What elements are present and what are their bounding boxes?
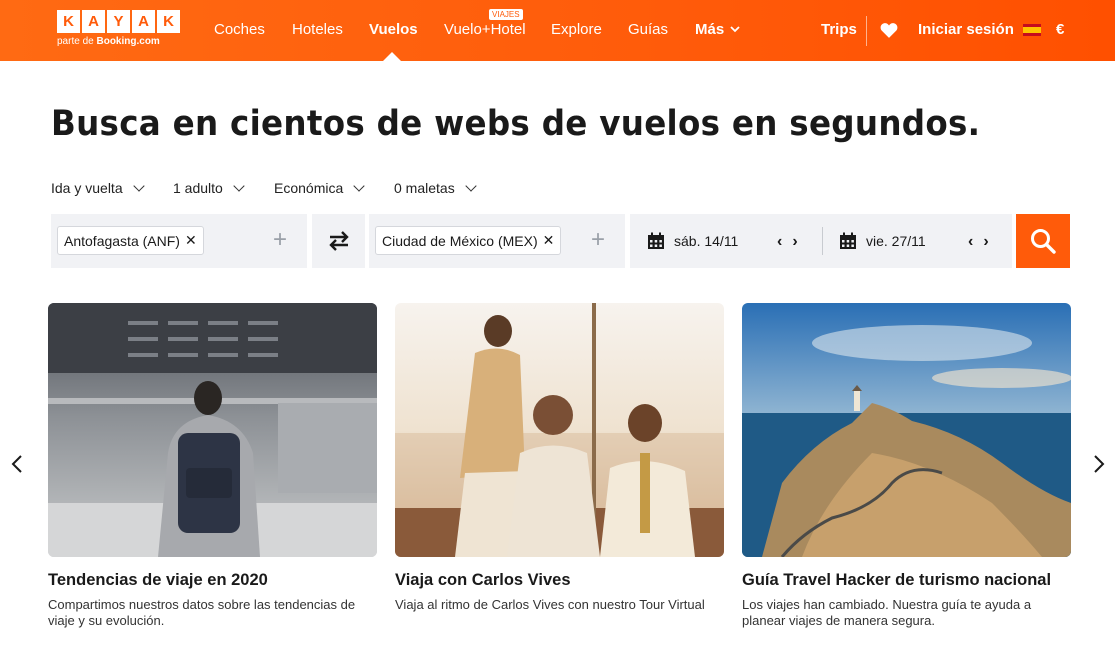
depart-date-arrows: ‹ › xyxy=(777,233,798,251)
origin-chip: Antofagasta (ANF) ✕ xyxy=(57,226,204,255)
add-origin-icon[interactable]: + xyxy=(273,228,287,252)
carlos-vives-image[interactable] xyxy=(395,303,724,557)
next-day-icon[interactable]: › xyxy=(792,233,797,251)
trip-type-label: Ida y vuelta xyxy=(51,180,123,196)
depart-date[interactable]: sáb. 14/11 xyxy=(647,214,738,268)
destination-value: Ciudad de México (MEX) xyxy=(382,232,538,249)
bags-label: 0 maletas xyxy=(394,180,455,196)
nav-guias[interactable]: Guías xyxy=(628,21,668,38)
card-description: Viaja al ritmo de Carlos Vives con nuest… xyxy=(395,597,705,612)
trips-link[interactable]: Trips xyxy=(821,21,857,38)
coastal-lighthouse-image[interactable] xyxy=(742,303,1071,557)
nav-mas-label: Más xyxy=(695,21,725,38)
logo-letter: K xyxy=(157,10,180,33)
card-title[interactable]: Viaja con Carlos Vives xyxy=(395,570,724,591)
heart-icon[interactable] xyxy=(880,22,898,38)
viajes-badge: VIAJES xyxy=(489,9,523,20)
carousel-prev-icon[interactable] xyxy=(11,454,23,480)
nav-mas[interactable]: Más xyxy=(695,21,740,38)
nav-explore[interactable]: Explore xyxy=(551,21,602,38)
airport-traveler-image[interactable] xyxy=(48,303,377,557)
search-icon xyxy=(1031,229,1056,254)
bags-dropdown[interactable]: 0 maletas xyxy=(394,180,477,196)
remove-destination-icon[interactable]: ✕ xyxy=(543,232,555,249)
kayak-logo[interactable]: K A Y A K parte de Booking.com xyxy=(57,10,180,47)
return-date-value: vie. 27/11 xyxy=(866,233,926,249)
logo-sub-brand: Booking.com xyxy=(96,36,160,47)
destination-chip: Ciudad de México (MEX) ✕ xyxy=(375,226,562,255)
card-description: Compartimos nuestros datos sobre las ten… xyxy=(48,597,356,628)
header-divider xyxy=(866,16,867,46)
chevron-down-icon xyxy=(353,180,365,192)
card-title[interactable]: Tendencias de viaje en 2020 xyxy=(48,570,377,591)
origin-field[interactable]: Antofagasta (ANF) ✕ + xyxy=(51,214,307,268)
logo-letter: A xyxy=(82,10,105,33)
card-description: Los viajes han cambiado. Nuestra guía te… xyxy=(742,597,1032,628)
chevron-down-icon xyxy=(730,26,740,33)
nav-coches[interactable]: Coches xyxy=(214,21,265,38)
nav-vuelos[interactable]: Vuelos xyxy=(369,21,418,38)
origin-value: Antofagasta (ANF) xyxy=(64,232,180,249)
top-header: K A Y A K parte de Booking.com Coches Ho… xyxy=(0,0,1115,61)
logo-sub-prefix: parte de xyxy=(57,36,97,47)
article-card-travel-hacker[interactable]: Guía Travel Hacker de turismo nacional L… xyxy=(742,303,1071,629)
prev-day-icon[interactable]: ‹ xyxy=(777,233,782,251)
nav-vuelo-hotel-label: Vuelo+Hotel xyxy=(444,21,526,38)
swap-button[interactable] xyxy=(312,214,365,268)
logo-letter: A xyxy=(132,10,155,33)
prev-day-icon[interactable]: ‹ xyxy=(968,233,973,251)
nav-vuelo-hotel[interactable]: Vuelo+Hotel VIAJES xyxy=(444,9,526,38)
card-title[interactable]: Guía Travel Hacker de turismo nacional xyxy=(742,570,1071,591)
calendar-icon xyxy=(648,232,664,249)
article-card-carlos-vives[interactable]: Viaja con Carlos Vives Viaja al ritmo de… xyxy=(395,303,724,613)
return-date[interactable]: vie. 27/11 xyxy=(839,214,926,268)
destination-field[interactable]: Ciudad de México (MEX) ✕ + xyxy=(369,214,625,268)
add-destination-icon[interactable]: + xyxy=(591,228,605,252)
nav-hoteles[interactable]: Hoteles xyxy=(292,21,343,38)
logo-subtitle: parte de Booking.com xyxy=(57,36,180,47)
return-date-arrows: ‹ › xyxy=(968,233,989,251)
active-nav-indicator xyxy=(383,52,401,61)
currency-selector[interactable]: € xyxy=(1056,21,1064,38)
page-title: Busca en cientos de webs de vuelos en se… xyxy=(51,104,981,144)
date-divider xyxy=(822,227,823,255)
login-link[interactable]: Iniciar sesión xyxy=(918,21,1014,38)
cabin-class-dropdown[interactable]: Económica xyxy=(274,180,365,196)
trip-type-dropdown[interactable]: Ida y vuelta xyxy=(51,180,145,196)
logo-letter: Y xyxy=(107,10,130,33)
passengers-label: 1 adulto xyxy=(173,180,223,196)
chevron-down-icon xyxy=(465,180,477,192)
cabin-class-label: Económica xyxy=(274,180,344,196)
next-day-icon[interactable]: › xyxy=(983,233,988,251)
remove-origin-icon[interactable]: ✕ xyxy=(185,232,197,249)
swap-arrows-icon xyxy=(328,231,349,251)
carousel-next-icon[interactable] xyxy=(1093,454,1105,480)
calendar-icon xyxy=(840,232,856,249)
chevron-down-icon xyxy=(132,180,145,192)
search-button[interactable] xyxy=(1016,214,1070,268)
passengers-dropdown[interactable]: 1 adulto xyxy=(173,180,245,196)
logo-letters: K A Y A K xyxy=(57,10,180,33)
logo-letter: K xyxy=(57,10,80,33)
depart-date-value: sáb. 14/11 xyxy=(674,233,739,249)
article-card-trends[interactable]: Tendencias de viaje en 2020 Compartimos … xyxy=(48,303,377,629)
chevron-down-icon xyxy=(233,180,245,192)
spain-flag-icon[interactable] xyxy=(1023,24,1041,36)
